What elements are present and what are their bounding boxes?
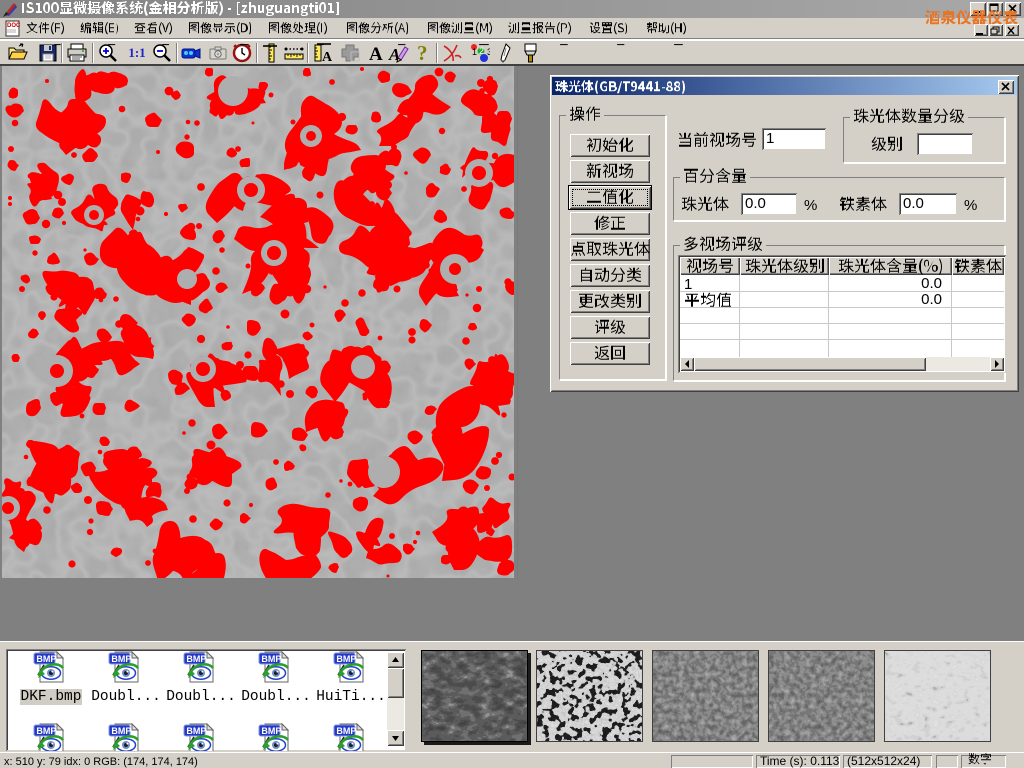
svg-text:1: 1: [472, 47, 477, 57]
svg-text:BMP: BMP: [186, 654, 206, 664]
svg-text:?: ?: [417, 42, 428, 64]
svg-text:A: A: [322, 50, 333, 64]
svg-text:3: 3: [487, 47, 490, 57]
svg-text:DOC: DOC: [7, 23, 21, 29]
svg-text:A: A: [369, 44, 383, 64]
svg-text:BMP: BMP: [261, 654, 281, 664]
svg-text:BMP: BMP: [36, 654, 56, 664]
svg-text:BMP: BMP: [111, 726, 131, 736]
svg-text:BMP: BMP: [36, 726, 56, 736]
svg-text:BMP: BMP: [261, 726, 281, 736]
svg-text:BMP: BMP: [111, 654, 131, 664]
svg-text:BMP: BMP: [336, 654, 356, 664]
svg-text:BMP: BMP: [336, 726, 356, 736]
svg-text:BMP: BMP: [186, 726, 206, 736]
